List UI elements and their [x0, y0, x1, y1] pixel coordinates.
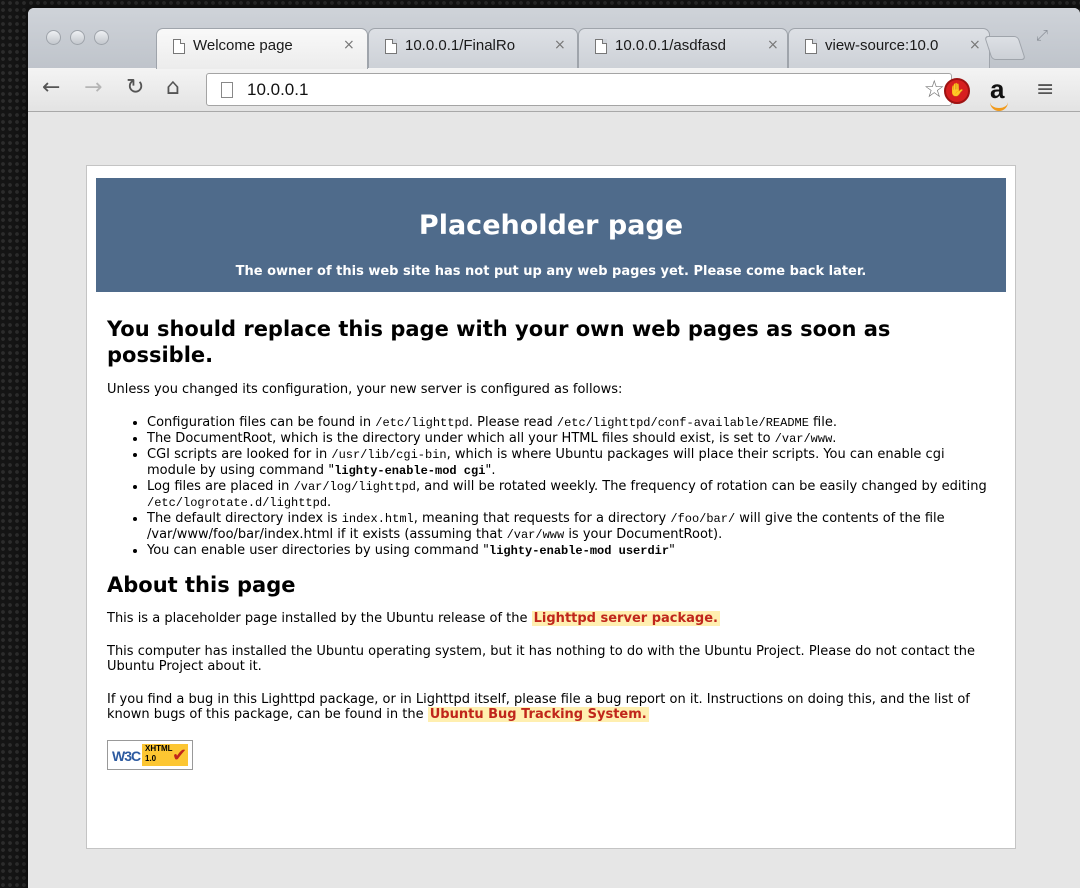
page-icon — [221, 82, 233, 98]
about-paragraph-3: If you find a bug in this Lighttpd packa… — [107, 692, 970, 722]
page-icon — [173, 39, 185, 54]
tab-title: 10.0.0.1/FinalRo — [405, 37, 516, 54]
about-paragraph-2: This computer has installed the Ubuntu o… — [107, 644, 976, 674]
adblock-icon[interactable]: ✋ — [944, 78, 970, 104]
w3c-logo: W3C — [112, 748, 141, 764]
tab-1[interactable]: 10.0.0.1/FinalRo × — [368, 28, 578, 68]
lighttpd-package-link[interactable]: Lighttpd server package. — [531, 611, 720, 626]
checkmark-icon: ✔ — [172, 745, 188, 765]
page-icon — [805, 39, 817, 54]
star-icon[interactable]: ☆ — [923, 75, 945, 103]
window-close-button[interactable] — [46, 30, 61, 45]
window-minimize-button[interactable] — [70, 30, 85, 45]
browser-window: view-source:10.0 × 10.0.0.1/asdfasd × 10… — [28, 8, 1080, 888]
tab-strip: view-source:10.0 × 10.0.0.1/asdfasd × 10… — [28, 8, 1080, 69]
tab-3[interactable]: view-source:10.0 × — [788, 28, 990, 68]
address-text[interactable]: 10.0.0.1 — [247, 80, 308, 100]
about-paragraph-1: This is a placeholder page installed by … — [107, 611, 720, 626]
list-item: CGI scripts are looked for in /usr/lib/c… — [147, 447, 997, 479]
tab-title: 10.0.0.1/asdfasd — [615, 37, 726, 54]
config-list: Configuration files can be found in /etc… — [107, 415, 997, 559]
home-icon[interactable]: ⌂ — [166, 76, 180, 100]
banner-subtitle: The owner of this web site has not put u… — [235, 264, 867, 279]
list-item: Log files are placed in /var/log/lighttp… — [147, 479, 997, 511]
tab-close-icon[interactable]: × — [554, 37, 566, 53]
browser-toolbar: ← → ↻ ⌂ 10.0.0.1 ☆ ✋ a ≡ — [28, 68, 1080, 112]
amazon-icon[interactable]: a — [990, 74, 1004, 105]
about-heading: About this page — [107, 573, 296, 597]
back-icon[interactable]: ← — [42, 76, 60, 100]
reload-icon[interactable]: ↻ — [126, 76, 144, 100]
tab-close-icon[interactable]: × — [767, 37, 779, 53]
main-heading: You should replace this page with your o… — [107, 317, 891, 367]
new-tab-button[interactable] — [984, 36, 1026, 60]
list-item: Configuration files can be found in /etc… — [147, 415, 997, 431]
intro-text: Unless you changed its configuration, yo… — [107, 382, 623, 397]
list-item: The DocumentRoot, which is the directory… — [147, 431, 997, 447]
tab-title: view-source:10.0 — [825, 37, 939, 54]
amazon-smile-icon — [990, 102, 1008, 111]
page-icon — [385, 39, 397, 54]
window-zoom-button[interactable] — [94, 30, 109, 45]
tab-welcome-page[interactable]: Welcome page × — [156, 28, 368, 69]
tab-2[interactable]: 10.0.0.1/asdfasd × — [578, 28, 788, 68]
forward-icon[interactable]: → — [84, 76, 102, 100]
banner: Placeholder page The owner of this web s… — [96, 178, 1006, 292]
list-item: You can enable user directories by using… — [147, 543, 997, 559]
tab-close-icon[interactable]: × — [343, 37, 355, 53]
bug-tracking-link[interactable]: Ubuntu Bug Tracking System. — [427, 707, 649, 722]
content-box: Placeholder page The owner of this web s… — [86, 165, 1016, 849]
tab-close-icon[interactable]: × — [969, 37, 981, 53]
w3c-xhtml-badge[interactable]: W3C XHTML 1.0 ✔ — [107, 740, 193, 770]
address-bar[interactable]: 10.0.0.1 ☆ — [206, 73, 952, 106]
page-icon — [595, 39, 607, 54]
fullscreen-icon[interactable]: ⤢ — [1036, 26, 1048, 44]
page-viewport: Placeholder page The owner of this web s… — [28, 112, 1080, 888]
banner-title: Placeholder page — [418, 210, 684, 241]
tab-title: Welcome page — [193, 37, 293, 54]
list-item: The default directory index is index.htm… — [147, 511, 997, 543]
page-body: You should replace this page with your o… — [107, 316, 997, 770]
menu-icon[interactable]: ≡ — [1036, 77, 1054, 102]
